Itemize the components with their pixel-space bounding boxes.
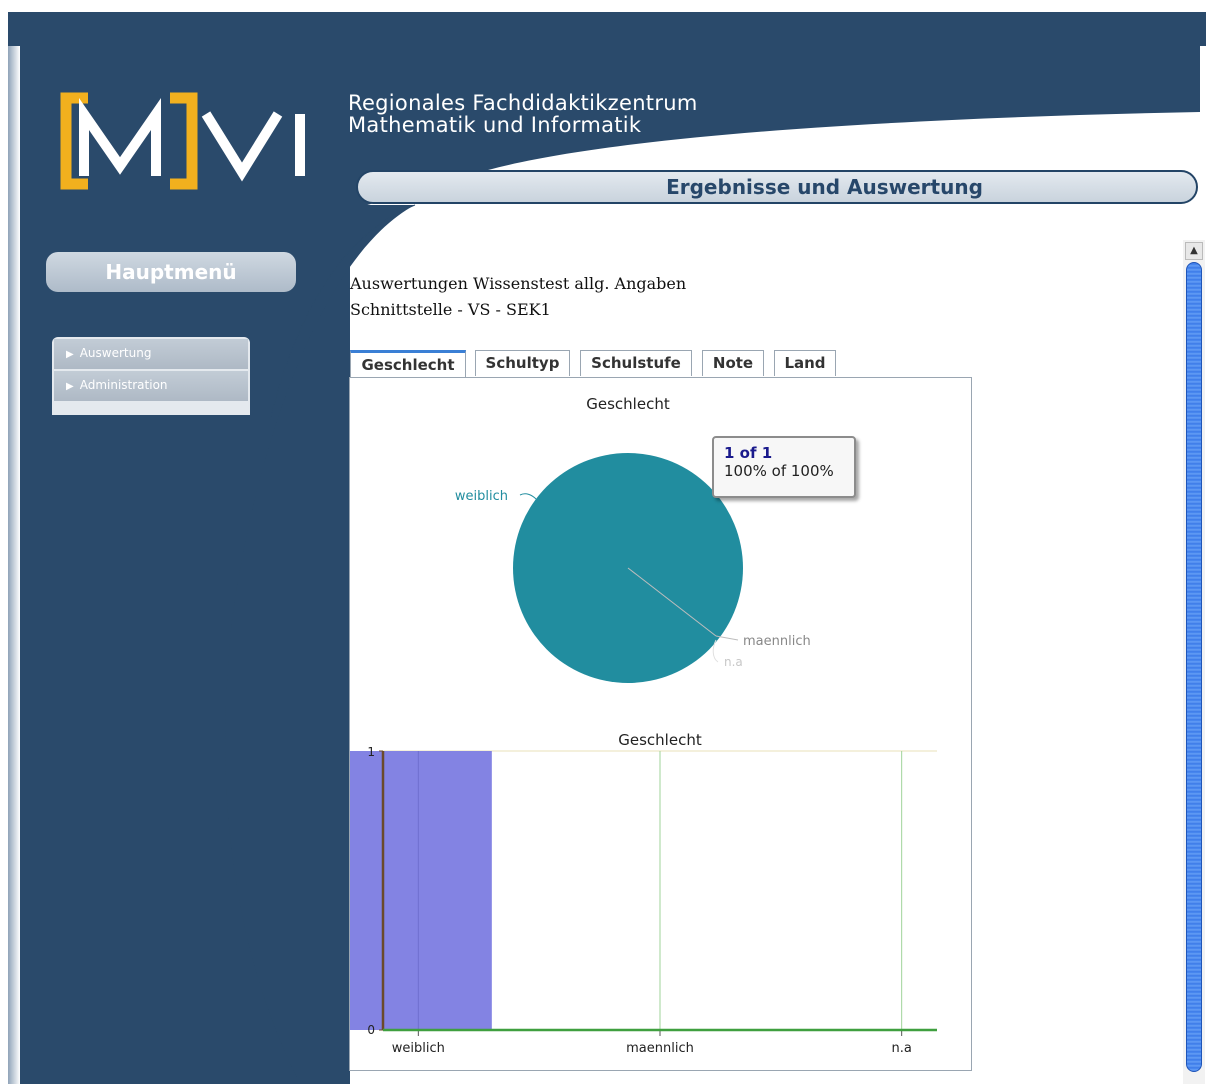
content-title: Auswertungen Wissenstest allg. Angaben S… — [350, 271, 686, 323]
tab-note[interactable]: Note — [702, 350, 764, 376]
x-tick-label: maennlich — [626, 1041, 694, 1056]
pie-leader-line — [715, 635, 739, 641]
vertical-scrollbar[interactable]: ▲ — [1183, 240, 1205, 1084]
site-title-line2: Mathematik und Informatik — [348, 113, 642, 137]
bar-chart-title: Geschlecht — [618, 731, 702, 749]
x-tick-label: weiblich — [392, 1041, 445, 1056]
sidebar-item-auswertung[interactable]: ▶ Auswertung — [54, 339, 248, 369]
section-title: Ergebnisse und Auswertung — [666, 175, 983, 199]
tab-geschlecht[interactable]: Geschlecht — [350, 350, 466, 379]
chart-panel: Geschlecht weiblich maennlich n.a Geschlecht… — [344, 377, 972, 1071]
pie-label: weiblich — [455, 489, 508, 504]
tab-land[interactable]: Land — [774, 350, 836, 376]
pie-label: n.a — [724, 655, 743, 669]
pie-leader-line — [519, 493, 537, 500]
sidebar-item-label: Administration — [79, 378, 168, 392]
charts-canvas: Geschlechtweiblichmaennlichn.aGeschlecht… — [344, 395, 937, 1056]
scroll-up-arrow-icon[interactable]: ▲ — [1185, 242, 1203, 260]
bar — [344, 751, 492, 1030]
play-arrow-icon: ▶ — [66, 381, 74, 392]
tooltip-title: 1 of 1 — [724, 444, 773, 462]
content-title-line2: Schnittstelle - VS - SEK1 — [350, 300, 551, 319]
sidebar-nav: ▶ Auswertung ▶ Administration — [52, 337, 250, 415]
play-arrow-icon: ▶ — [66, 349, 74, 360]
y-tick-label: 1 — [367, 745, 375, 759]
main-menu-button[interactable]: Hauptmenü — [46, 252, 296, 292]
pie-label: maennlich — [743, 634, 811, 649]
sidebar-item-label: Auswertung — [79, 346, 152, 360]
site-title-line1: Regionales Fachdidaktikzentrum — [348, 91, 698, 115]
section-header-bar: Ergebnisse und Auswertung — [356, 170, 1198, 204]
chart-tooltip: 1 of 1 100% of 100% — [712, 436, 856, 498]
pie-chart-title: Geschlecht — [586, 395, 670, 413]
scroll-thumb[interactable] — [1186, 262, 1202, 1072]
tab-schultyp[interactable]: Schultyp — [475, 350, 570, 376]
site-title: Regionales Fachdidaktikzentrum Mathemati… — [348, 92, 698, 136]
y-tick-label: 0 — [367, 1023, 375, 1037]
x-tick-label: n.a — [891, 1041, 911, 1056]
content-title-line1: Auswertungen Wissenstest allg. Angaben — [350, 274, 687, 293]
tab-schulstufe[interactable]: Schulstufe — [580, 350, 692, 376]
sidebar-item-administration[interactable]: ▶ Administration — [54, 371, 248, 401]
mvi-logo — [60, 92, 310, 192]
tooltip-text: 100% of 100% — [724, 462, 834, 480]
